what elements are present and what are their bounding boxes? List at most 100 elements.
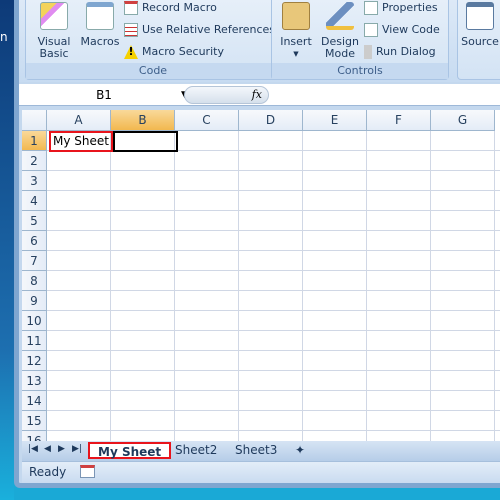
row-header-9[interactable]: 9 bbox=[22, 291, 47, 311]
grid-line bbox=[174, 131, 175, 441]
source-label: Source bbox=[461, 35, 499, 48]
row-header-12[interactable]: 12 bbox=[22, 351, 47, 371]
grid-line bbox=[366, 131, 367, 441]
use-relative-references-button[interactable]: Use Relative References bbox=[124, 22, 275, 40]
column-header-G[interactable]: G bbox=[431, 110, 495, 131]
grid-line bbox=[47, 250, 500, 251]
formula-input[interactable] bbox=[271, 86, 500, 104]
macros-label: Macros bbox=[80, 35, 120, 48]
formula-bar: B1 ▼ fx bbox=[19, 84, 500, 106]
run-dialog-icon bbox=[364, 45, 372, 59]
visual-basic-icon bbox=[40, 2, 68, 30]
design-mode-icon bbox=[326, 2, 354, 30]
column-header-D[interactable]: D bbox=[239, 110, 303, 131]
grid-line bbox=[47, 330, 500, 331]
grid-line bbox=[494, 131, 495, 441]
visual-basic-label: Visual Basic bbox=[37, 35, 71, 60]
row-header-5[interactable]: 5 bbox=[22, 211, 47, 231]
first-sheet-icon[interactable]: |◀ bbox=[28, 444, 38, 454]
sheet-tab-bar: |◀ ◀ ▶ ▶| My Sheet Sheet2 Sheet3 ✦ bbox=[22, 441, 500, 461]
grid-line bbox=[47, 350, 500, 351]
run-dialog-label: Run Dialog bbox=[376, 45, 436, 58]
insert-control-button[interactable]: Insert ▼ bbox=[276, 2, 316, 60]
row-header-7[interactable]: 7 bbox=[22, 251, 47, 271]
design-mode-button[interactable]: Design Mode bbox=[318, 2, 362, 60]
relative-references-icon bbox=[124, 23, 138, 37]
insert-label: Insert bbox=[280, 35, 312, 48]
row-header-11[interactable]: 11 bbox=[22, 331, 47, 351]
design-mode-label: Design Mode bbox=[321, 35, 359, 60]
row-header-10[interactable]: 10 bbox=[22, 311, 47, 331]
view-code-button[interactable]: View Code bbox=[364, 22, 440, 40]
row-header-15[interactable]: 15 bbox=[22, 411, 47, 431]
view-code-icon bbox=[364, 23, 378, 37]
select-all-button[interactable] bbox=[22, 110, 47, 131]
desktop-background: n bbox=[0, 0, 14, 500]
controls-group-label: Controls bbox=[272, 63, 448, 79]
column-header-B[interactable]: B bbox=[111, 110, 175, 131]
name-box[interactable]: B1 bbox=[24, 86, 184, 104]
visual-basic-button[interactable]: Visual Basic bbox=[32, 2, 76, 60]
ribbon: Visual Basic Macros Record Macro Use Rel… bbox=[19, 0, 500, 82]
row-header-8[interactable]: 8 bbox=[22, 271, 47, 291]
warning-icon: ! bbox=[124, 45, 138, 59]
grid-line bbox=[47, 270, 500, 271]
row-header-3[interactable]: 3 bbox=[22, 171, 47, 191]
toolbox-icon bbox=[282, 2, 310, 30]
source-icon bbox=[466, 2, 494, 30]
grid-line bbox=[47, 210, 500, 211]
row-header-2[interactable]: 2 bbox=[22, 151, 47, 171]
controls-group: Insert ▼ Design Mode Properties View Code… bbox=[271, 0, 449, 80]
row-header-1[interactable]: 1 bbox=[22, 131, 47, 151]
grid-line bbox=[47, 290, 500, 291]
grid-line bbox=[47, 310, 500, 311]
status-text: Ready bbox=[29, 465, 67, 479]
sheet-tab-sheet2[interactable]: Sheet2 bbox=[167, 442, 225, 459]
grid-line bbox=[47, 170, 500, 171]
cell-b1-selected[interactable] bbox=[113, 131, 178, 152]
insert-function-button[interactable]: fx bbox=[252, 88, 262, 101]
record-macro-label: Record Macro bbox=[142, 1, 217, 14]
run-dialog-button[interactable]: Run Dialog bbox=[364, 44, 436, 62]
properties-icon bbox=[364, 1, 378, 15]
grid-line bbox=[47, 230, 500, 231]
grid-line bbox=[47, 370, 500, 371]
sheet-tab-sheet3[interactable]: Sheet3 bbox=[227, 442, 285, 459]
grid-line bbox=[47, 390, 500, 391]
record-macro-status-icon[interactable] bbox=[80, 465, 95, 478]
status-bar: Ready bbox=[22, 461, 500, 483]
grid-line bbox=[47, 190, 500, 191]
row-header-13[interactable]: 13 bbox=[22, 371, 47, 391]
view-code-label: View Code bbox=[382, 23, 440, 36]
prev-sheet-icon[interactable]: ◀ bbox=[44, 444, 51, 454]
row-header-16[interactable]: 16 bbox=[22, 431, 47, 441]
row-header-14[interactable]: 14 bbox=[22, 391, 47, 411]
code-group-label: Code bbox=[26, 63, 280, 79]
column-header-F[interactable]: F bbox=[367, 110, 431, 131]
properties-button[interactable]: Properties bbox=[364, 0, 438, 18]
insert-sheet-icon[interactable]: ✦ bbox=[287, 442, 313, 459]
macro-security-button[interactable]: ! Macro Security bbox=[124, 44, 224, 62]
column-header-A[interactable]: A bbox=[47, 110, 111, 131]
grid-line bbox=[47, 410, 500, 411]
use-relative-label: Use Relative References bbox=[142, 23, 276, 36]
sheet-tab-my-sheet[interactable]: My Sheet bbox=[88, 442, 172, 459]
grid-line bbox=[238, 131, 239, 441]
column-header-C[interactable]: C bbox=[175, 110, 239, 131]
cell-a1[interactable]: My Sheet bbox=[49, 131, 113, 152]
macros-icon bbox=[86, 2, 114, 30]
row-header-4[interactable]: 4 bbox=[22, 191, 47, 211]
record-macro-button[interactable]: Record Macro bbox=[124, 0, 217, 18]
macros-button[interactable]: Macros bbox=[78, 2, 122, 48]
macro-security-label: Macro Security bbox=[142, 45, 224, 58]
source-button[interactable]: Source bbox=[460, 2, 500, 48]
grid-line bbox=[430, 131, 431, 441]
row-header-6[interactable]: 6 bbox=[22, 231, 47, 251]
desktop-text: n bbox=[0, 30, 8, 44]
worksheet-grid[interactable]: A B C D E F G 1 2 3 4 5 6 7 8 9 10 11 12 13 14 15 16 My Sheet bbox=[22, 110, 500, 441]
last-sheet-icon[interactable]: ▶| bbox=[72, 444, 82, 454]
column-header-E[interactable]: E bbox=[303, 110, 367, 131]
chevron-down-icon: ▼ bbox=[293, 50, 299, 58]
excel-window: Visual Basic Macros Record Macro Use Rel… bbox=[14, 0, 500, 488]
next-sheet-icon[interactable]: ▶ bbox=[58, 444, 65, 454]
